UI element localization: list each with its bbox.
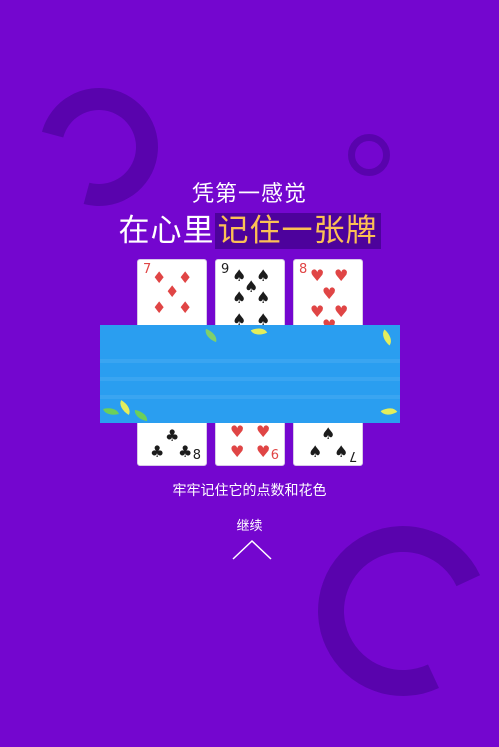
- diamond-icon: ♦: [178, 268, 193, 287]
- headline: 在心里记住一张牌: [0, 205, 499, 250]
- banner-stripe: [100, 395, 400, 399]
- heart-icon: ♥: [256, 442, 271, 461]
- card-rank-bottom: 8: [192, 448, 201, 463]
- leaf-icon: [250, 325, 268, 339]
- diamond-icon: ♦: [152, 298, 167, 317]
- spade-icon: ♠: [321, 424, 336, 443]
- club-icon: ♣: [178, 442, 193, 461]
- leaf-icon: [133, 409, 149, 422]
- card-rank: 7: [143, 262, 152, 277]
- leaf-icon: [378, 329, 396, 346]
- subtitle: 凭第一感觉: [191, 182, 307, 207]
- spade-icon: ♠: [308, 442, 323, 461]
- leaf-icon: [116, 400, 134, 415]
- leaf-icon: [202, 328, 220, 343]
- card-rank: 8: [299, 262, 308, 277]
- headline-highlight: 记住一张牌: [214, 213, 381, 249]
- banner-stripe: [100, 377, 400, 381]
- continue-button[interactable]: 继续: [0, 515, 499, 534]
- heart-icon: ♥: [334, 266, 349, 285]
- club-icon: ♣: [150, 442, 165, 461]
- heart-icon: ♥: [230, 422, 245, 441]
- diamond-icon: ♦: [178, 298, 193, 317]
- chevron-up-icon[interactable]: [232, 538, 272, 560]
- decorative-ring-right: [294, 502, 499, 720]
- heart-icon: ♥: [256, 422, 271, 441]
- overlay-banner: [100, 325, 400, 423]
- decorative-circle-small: [348, 134, 390, 176]
- heart-icon: ♥: [322, 284, 337, 303]
- headline-prefix: 在心里: [118, 213, 215, 249]
- card-rank-bottom: 7: [348, 448, 357, 463]
- heart-icon: ♥: [310, 266, 325, 285]
- banner-stripe: [100, 359, 400, 363]
- heart-icon: ♥: [230, 442, 245, 461]
- leaf-icon: [380, 404, 398, 419]
- card-rank: 9: [221, 262, 230, 277]
- leaf-icon: [103, 405, 119, 418]
- spade-icon: ♠: [244, 277, 259, 296]
- card-rank-bottom: 6: [270, 448, 279, 463]
- spade-icon: ♠: [334, 442, 349, 461]
- instruction-text: 牢牢记住它的点数和花色: [172, 483, 327, 499]
